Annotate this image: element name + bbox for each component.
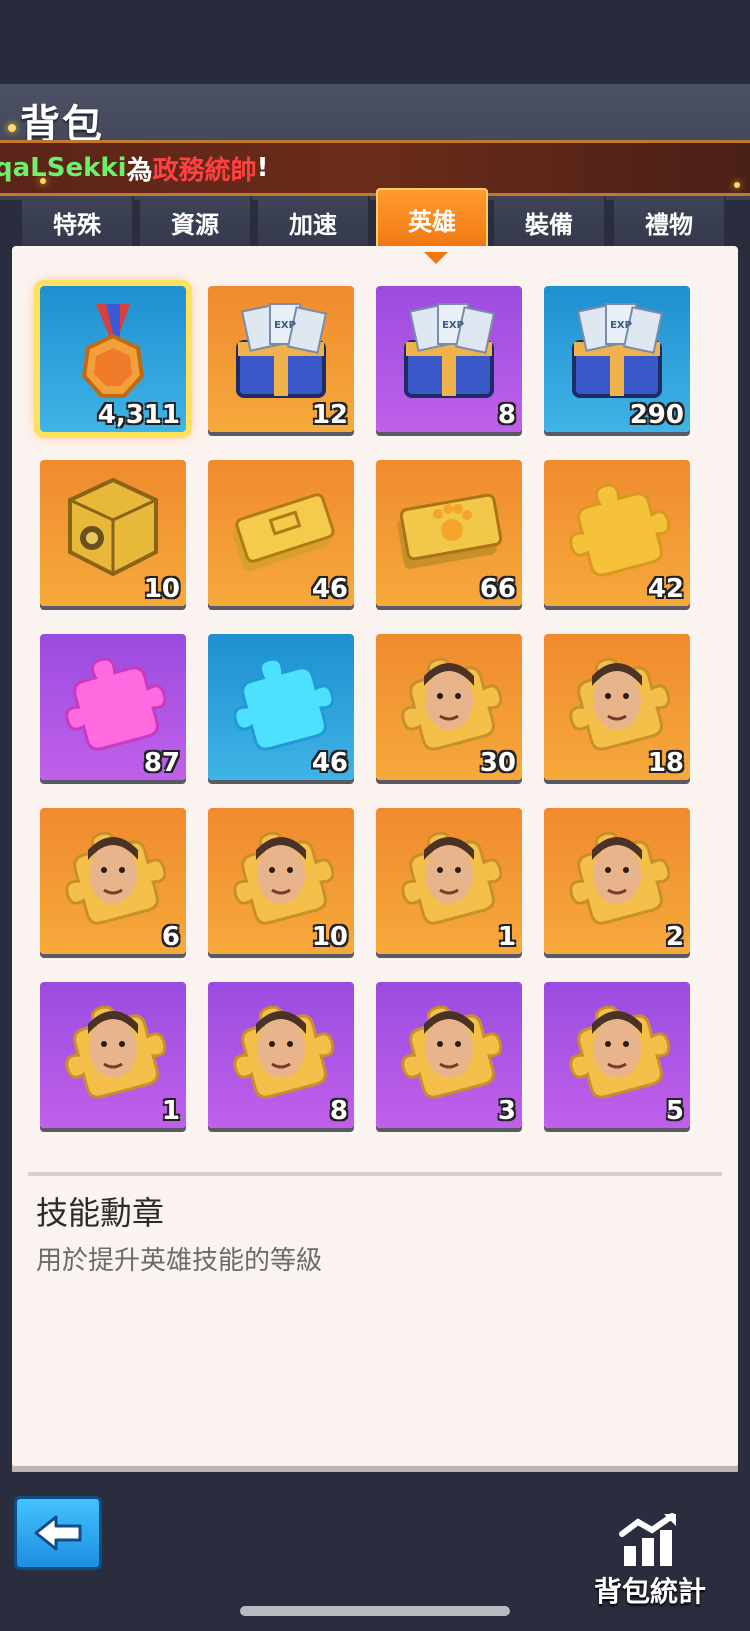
inventory-item[interactable]: EXP 12 — [208, 286, 354, 432]
back-button[interactable] — [14, 1496, 102, 1570]
gold-puzzle-icon — [562, 472, 672, 582]
sparkle-icon — [40, 178, 46, 184]
item-count: 1 — [161, 1096, 180, 1126]
inventory-item[interactable]: 2 — [544, 808, 690, 954]
item-count: 46 — [311, 748, 348, 778]
item-grid: 4,311 EXP 12 EXP 8 EXP 290 10 46 66 42 87 46 30 18 6 10 1… — [12, 246, 738, 1148]
panel-edge — [12, 1466, 738, 1472]
svg-text:EXP: EXP — [610, 320, 632, 331]
inventory-item[interactable]: 3 — [376, 982, 522, 1128]
inventory-item[interactable]: 6 — [40, 808, 186, 954]
item-count: 4,311 — [97, 400, 180, 430]
tab-heroes[interactable]: 英雄 — [376, 188, 488, 250]
inventory-item[interactable]: EXP 8 — [376, 286, 522, 432]
marquee-connector: 為 — [126, 155, 153, 186]
item-count: 5 — [665, 1096, 684, 1126]
item-count: 8 — [497, 400, 516, 430]
item-name: 技能勳章 — [36, 1194, 165, 1232]
inventory-item[interactable]: 10 — [208, 808, 354, 954]
hero-fragment-icon — [226, 994, 336, 1104]
item-count: 8 — [329, 1096, 348, 1126]
hero-fragment-icon — [226, 820, 336, 930]
item-count: 1 — [497, 922, 516, 952]
sparkle-icon — [734, 182, 740, 188]
item-count: 6 — [161, 922, 180, 952]
item-count: 30 — [479, 748, 516, 778]
exp-crate-icon: EXP — [562, 298, 672, 408]
detail-divider — [28, 1172, 722, 1176]
tab-speedups[interactable]: 加速 — [258, 196, 370, 248]
tab-special[interactable]: 特殊 — [22, 196, 134, 248]
hero-fragment-icon — [394, 820, 504, 930]
sparkle-icon — [8, 124, 16, 132]
inventory-item[interactable]: 42 — [544, 460, 690, 606]
item-count: 10 — [311, 922, 348, 952]
exp-crate-icon: EXP — [226, 298, 336, 408]
hero-fragment-icon — [58, 994, 168, 1104]
marquee-player-name: qaLSekki — [0, 153, 127, 183]
inventory-item[interactable]: 10 — [40, 460, 186, 606]
arrow-left-icon — [34, 1515, 82, 1551]
bag-stats-label: 背包統計 — [594, 1575, 707, 1608]
item-count: 42 — [647, 574, 684, 604]
item-count: 2 — [665, 922, 684, 952]
hero-fragment-icon — [394, 646, 504, 756]
inventory-item[interactable]: EXP 290 — [544, 286, 690, 432]
item-description: 用於提升英雄技能的等級 — [36, 1246, 323, 1276]
stats-chart-icon — [619, 1513, 676, 1566]
item-count: 12 — [311, 400, 348, 430]
inventory-item[interactable]: 18 — [544, 634, 690, 780]
inventory-item[interactable]: 8 — [208, 982, 354, 1128]
inventory-item[interactable]: 66 — [376, 460, 522, 606]
svg-text:EXP: EXP — [274, 320, 296, 331]
skill-medal-icon — [58, 298, 168, 408]
tab-gifts[interactable]: 禮物 — [614, 196, 726, 248]
hero-fragment-icon — [394, 994, 504, 1104]
item-count: 87 — [143, 748, 180, 778]
hero-fragment-icon — [562, 646, 672, 756]
hero-fragment-icon — [562, 820, 672, 930]
inventory-item[interactable]: 5 — [544, 982, 690, 1128]
blue-puzzle-icon — [226, 646, 336, 756]
tab-resources[interactable]: 資源 — [140, 196, 252, 248]
marquee-role: 政務統帥 — [152, 155, 257, 186]
gold-ticket-icon — [226, 472, 336, 582]
home-indicator[interactable] — [240, 1606, 510, 1616]
paw-ticket-icon — [394, 472, 504, 582]
tab-equipment[interactable]: 裝備 — [494, 196, 606, 248]
inventory-item[interactable]: 4,311 — [34, 280, 192, 438]
status-bar — [0, 0, 750, 84]
item-count: 10 — [143, 574, 180, 604]
item-count: 46 — [311, 574, 348, 604]
item-count: 66 — [479, 574, 516, 604]
inventory-item[interactable]: 46 — [208, 460, 354, 606]
marquee-suffix: ! — [256, 153, 269, 183]
hero-fragment-icon — [58, 820, 168, 930]
item-count: 18 — [647, 748, 684, 778]
exp-crate-icon: EXP — [394, 298, 504, 408]
svg-text:EXP: EXP — [442, 320, 464, 331]
item-count: 3 — [497, 1096, 516, 1126]
hero-fragment-icon — [562, 994, 672, 1104]
announcement-marquee: qaLSekki 為 政務統帥 ! — [0, 140, 750, 196]
pink-puzzle-icon — [58, 646, 168, 756]
gold-cube-icon — [58, 472, 168, 582]
item-count: 290 — [629, 400, 684, 430]
inventory-item[interactable]: 46 — [208, 634, 354, 780]
category-tabs: 特殊 資源 加速 英雄 裝備 禮物 — [0, 188, 750, 250]
inventory-item[interactable]: 1 — [40, 982, 186, 1128]
inventory-item[interactable]: 30 — [376, 634, 522, 780]
inventory-item[interactable]: 87 — [40, 634, 186, 780]
inventory-item[interactable]: 1 — [376, 808, 522, 954]
